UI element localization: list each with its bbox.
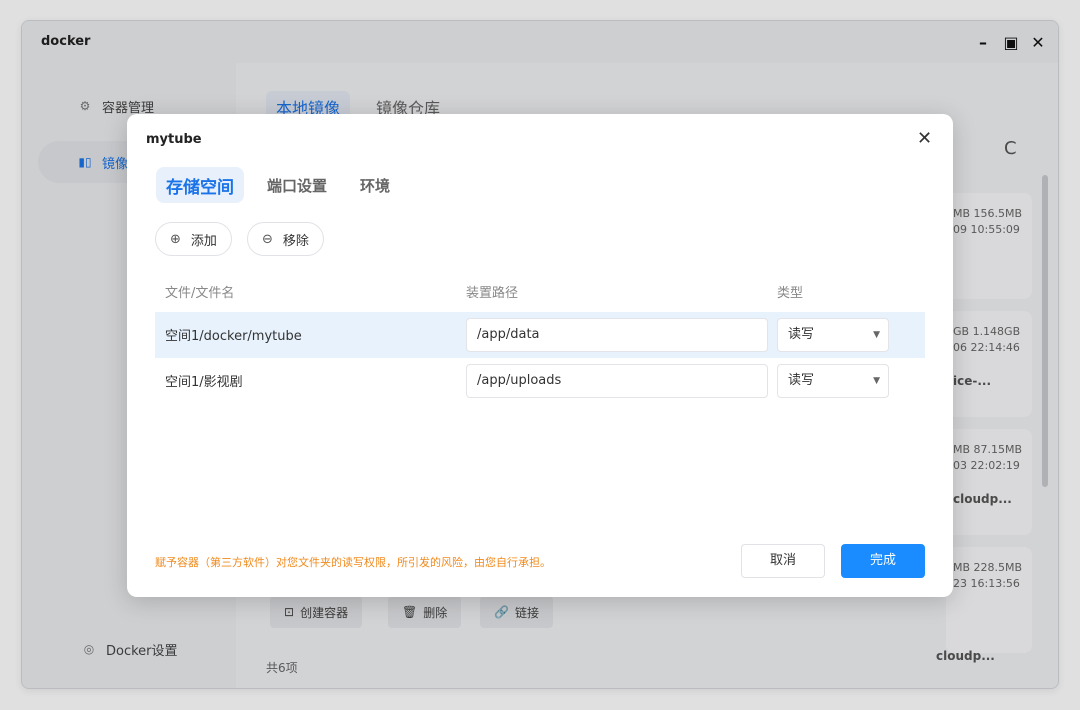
type-select[interactable]: 读写 ▼	[777, 364, 889, 398]
tab-ports[interactable]: 端口设置	[257, 167, 337, 203]
table-row[interactable]: 空间1/docker/mytube /app/data 读写 ▼	[155, 312, 925, 358]
dialog-title: mytube	[146, 132, 202, 147]
plus-circle-icon: ⊕	[170, 231, 181, 247]
done-button[interactable]: 完成	[841, 544, 925, 578]
add-button[interactable]: ⊕ 添加	[155, 222, 232, 256]
storage-dialog: mytube ✕ 存储空间 端口设置 环境 ⊕ 添加 ⊖ 移除 文件/文件名 装…	[127, 114, 953, 597]
tab-environment[interactable]: 环境	[350, 167, 400, 203]
folder-name: 空间1/影视剧	[165, 375, 243, 390]
column-header-type: 类型	[777, 286, 804, 301]
risk-warning: 赋予容器（第三方软件）对您文件夹的读写权限，所引发的风险，由您自行承担。	[155, 556, 551, 569]
type-select[interactable]: 读写 ▼	[777, 318, 889, 352]
folder-name: 空间1/docker/mytube	[165, 329, 302, 344]
minus-circle-icon: ⊖	[262, 231, 273, 247]
button-label: 移除	[282, 233, 309, 249]
tab-storage[interactable]: 存储空间	[156, 167, 244, 203]
table-row[interactable]: 空间1/影视剧 /app/uploads 读写 ▼	[155, 358, 925, 404]
mount-path-input[interactable]: /app/data	[466, 318, 768, 352]
remove-button[interactable]: ⊖ 移除	[247, 222, 324, 256]
button-label: 添加	[190, 233, 217, 249]
column-header-name: 文件/文件名	[165, 286, 235, 301]
mount-path-input[interactable]: /app/uploads	[466, 364, 768, 398]
type-value: 读写	[788, 373, 815, 388]
caret-down-icon: ▼	[873, 376, 880, 386]
type-value: 读写	[788, 327, 815, 342]
cancel-button[interactable]: 取消	[741, 544, 825, 578]
close-icon[interactable]: ✕	[917, 128, 932, 149]
column-header-path: 装置路径	[466, 286, 519, 301]
caret-down-icon: ▼	[873, 330, 880, 340]
